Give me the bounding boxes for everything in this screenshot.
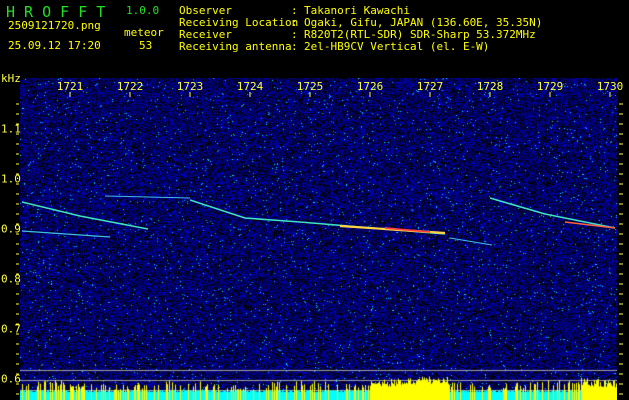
meteor-trace (22, 231, 110, 237)
x-tick-label: 1722 (117, 80, 144, 93)
meteor-trace (450, 238, 492, 245)
y-tick-label: 0.9 (1, 223, 21, 236)
meteor-traces (0, 0, 629, 400)
x-tick-label: 1721 (57, 80, 84, 93)
x-tick-label: 1730 (597, 80, 624, 93)
meteor-trace (105, 196, 190, 198)
y-tick-label: 1.1 (1, 123, 21, 136)
x-tick-label: 1726 (357, 80, 384, 93)
x-tick-label: 1727 (417, 80, 444, 93)
y-tick-label: 1.0 (1, 173, 21, 186)
x-tick-label: 1724 (237, 80, 264, 93)
y-tick-label: 0.6 (1, 373, 21, 386)
y-tick-label: 0.8 (1, 273, 21, 286)
y-tick-label: 0.7 (1, 323, 21, 336)
meteor-trace (490, 198, 615, 228)
x-tick-label: 1725 (297, 80, 324, 93)
x-tick-label: 1729 (537, 80, 564, 93)
meteor-trace (190, 200, 445, 234)
x-tick-label: 1723 (177, 80, 204, 93)
meteor-trace (22, 202, 148, 229)
unit-label: kHz (1, 73, 21, 85)
x-tick-label: 1728 (477, 80, 504, 93)
